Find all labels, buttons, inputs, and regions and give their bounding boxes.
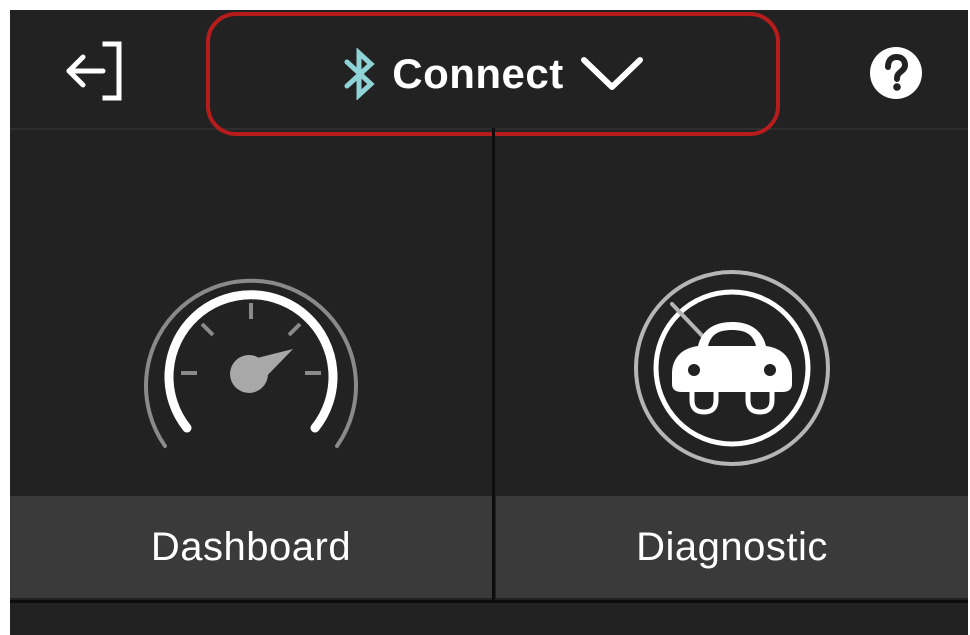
diagnostic-tile[interactable]: Diagnostic: [496, 130, 968, 600]
next-tiles-row: [10, 600, 968, 635]
chevron-down-icon: [580, 57, 643, 90]
help-icon: [870, 47, 922, 99]
exit-arrow-icon: [66, 41, 122, 101]
tile-divider: [492, 128, 495, 635]
speedometer-icon: [144, 278, 358, 448]
help-button[interactable]: [866, 46, 926, 100]
connect-dropdown[interactable]: Connect: [206, 12, 780, 136]
dashboard-label-bar: Dashboard: [10, 496, 492, 598]
exit-button[interactable]: [54, 36, 134, 106]
app-screen: Connect Dashboard Diagnostic: [10, 10, 968, 635]
diagnostic-label: Diagnostic: [636, 524, 828, 569]
car-diagnostic-icon: [634, 270, 830, 466]
diagnostic-label-bar: Diagnostic: [496, 496, 968, 598]
top-bar: Connect: [10, 10, 968, 136]
dashboard-label: Dashboard: [150, 524, 352, 569]
bluetooth-icon: [344, 48, 375, 100]
dashboard-tile[interactable]: Dashboard: [10, 130, 492, 600]
connect-label: Connect: [392, 50, 564, 97]
